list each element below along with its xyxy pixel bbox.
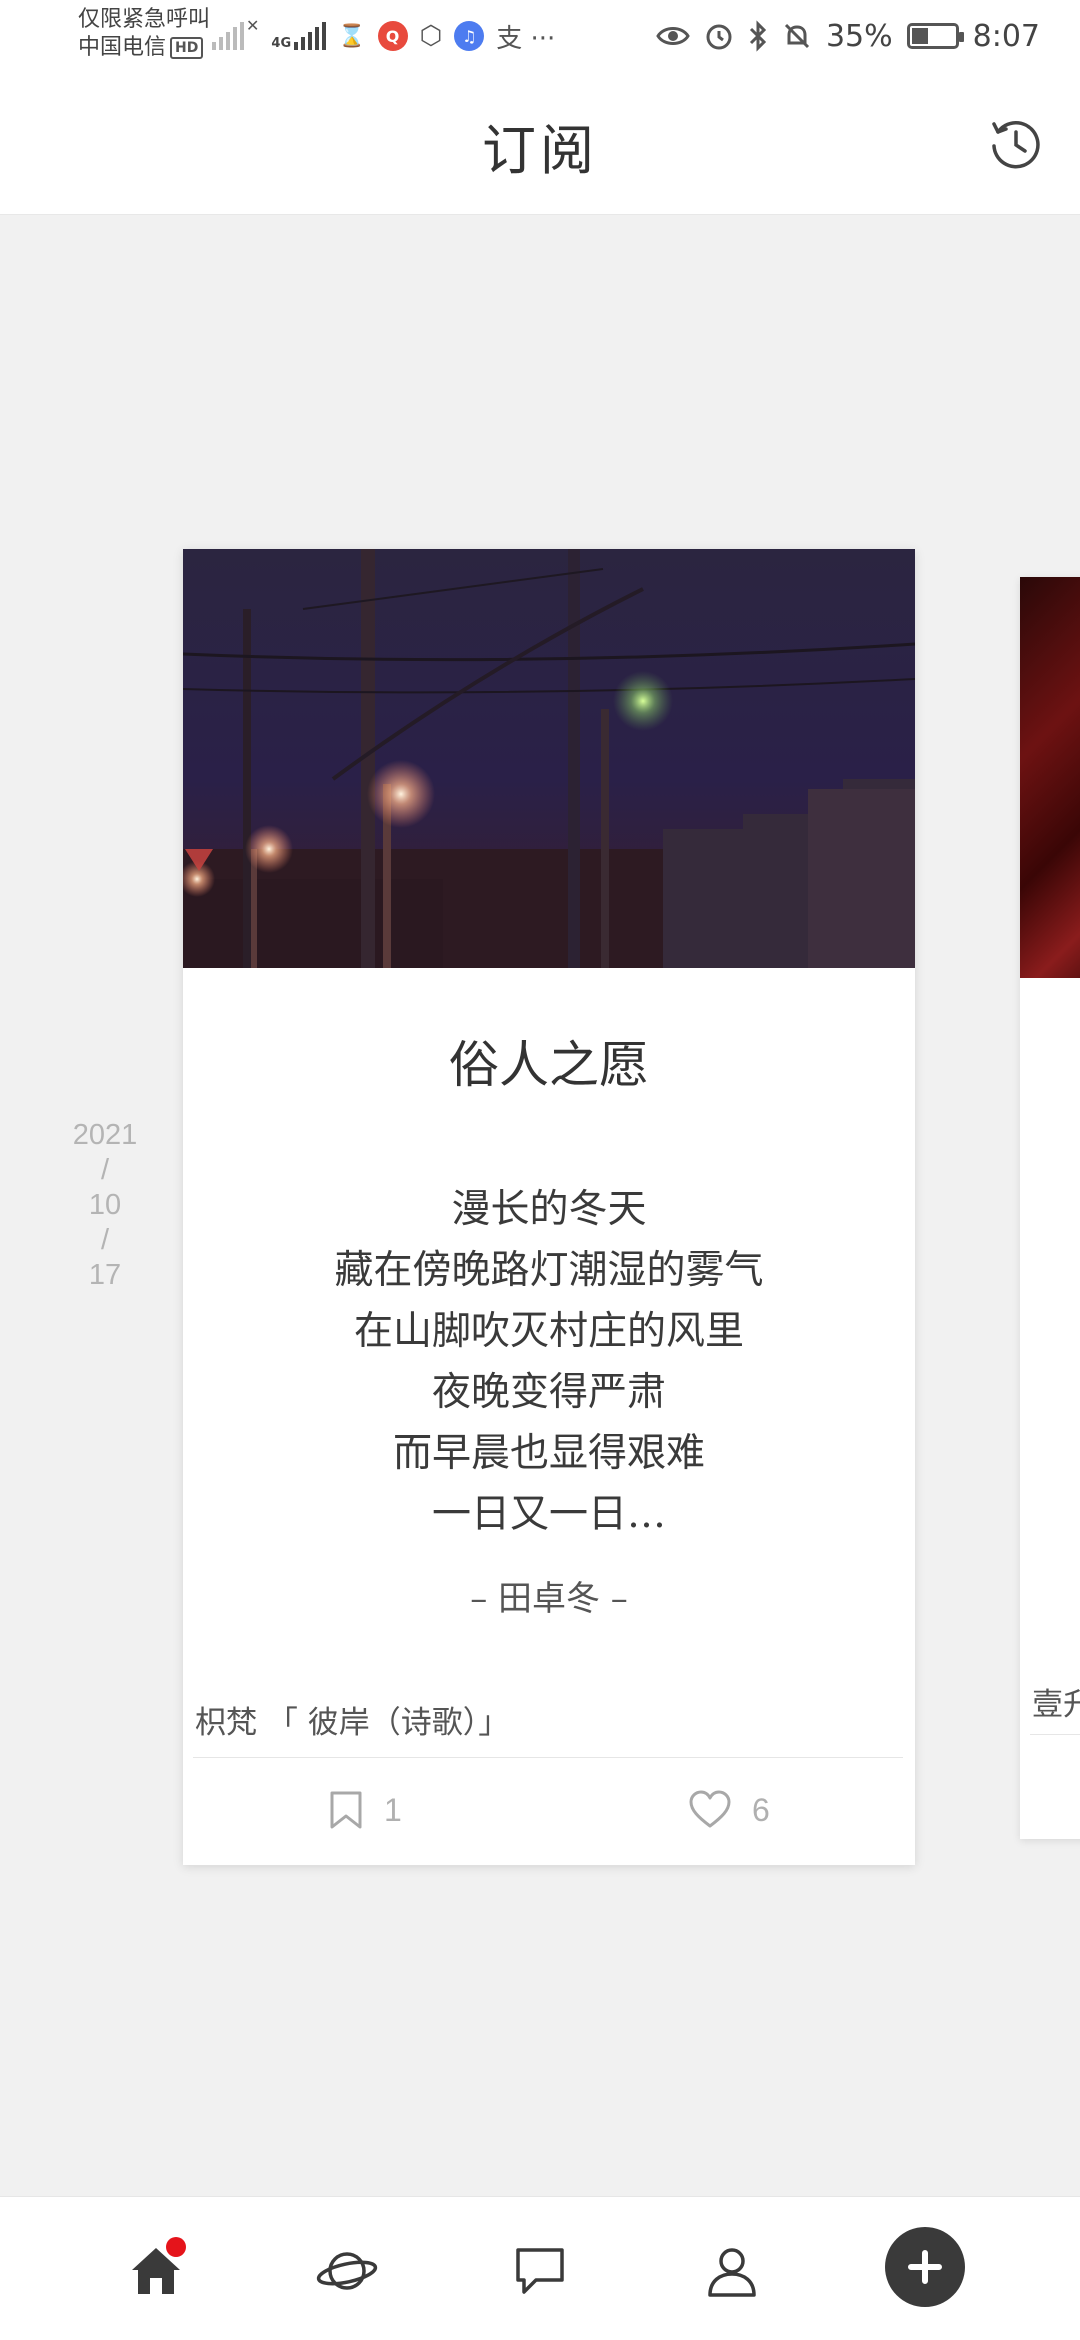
- nav-messages[interactable]: [500, 2231, 580, 2311]
- no-signal-x-icon: ✕: [246, 16, 260, 35]
- carrier-line-1: 仅限紧急呼叫: [78, 7, 211, 32]
- post-title: 俗人之愿: [449, 1036, 649, 1094]
- date-separator: /: [100, 1154, 110, 1186]
- battery-icon: [906, 23, 964, 49]
- messages-icon: [516, 2248, 564, 2294]
- poem-line: 在山脚吹灭村庄的风里: [353, 1309, 744, 1354]
- battery-percent: 35%: [825, 18, 893, 54]
- post-date: 2021 / 10 / 17: [60, 1118, 150, 1293]
- hourglass-icon: ⌛: [338, 23, 366, 49]
- explore-planet-icon: [316, 2252, 378, 2290]
- bluetooth-icon: [749, 20, 767, 52]
- mute-bell-icon: [784, 23, 809, 49]
- network-type-label: 4G: [271, 36, 292, 51]
- clock-time: 8:07: [972, 18, 1040, 54]
- carrier-info: 仅限紧急呼叫 中国电信 HD: [78, 6, 228, 62]
- screen: 仅限紧急呼叫 中国电信 HD ✕ 4G ⌛ Q ⬡ ♫ 支 ··· 35% 8:…: [0, 0, 1080, 2340]
- date-separator: /: [100, 1224, 110, 1256]
- signal-icon-sim2: [294, 22, 327, 50]
- poem-line: 藏在傍晚路灯潮湿的雾气: [334, 1248, 764, 1293]
- poem-line: 漫长的冬天: [451, 1187, 647, 1232]
- nav-home[interactable]: [116, 2231, 196, 2311]
- top-header: 订阅: [0, 72, 1080, 215]
- page-title: 订阅: [482, 119, 598, 182]
- status-icons-right: 35% 8:07: [656, 14, 1040, 58]
- poem-line: 而早晨也显得艰难: [392, 1431, 705, 1476]
- next-post-image: [1020, 577, 1080, 978]
- post-source-link[interactable]: 枳梵 「 彼岸（诗歌）」: [195, 1697, 509, 1742]
- hd-badge: HD: [170, 37, 204, 59]
- profile-icon: [708, 2248, 756, 2297]
- signal-icon-sim1: [212, 22, 244, 50]
- post-image[interactable]: [183, 549, 915, 968]
- carrier-name: 中国电信: [78, 35, 167, 60]
- date-day: 17: [88, 1259, 122, 1291]
- date-year: 2021: [72, 1119, 138, 1151]
- bookmark-icon: [330, 1791, 362, 1829]
- compose-plus-icon: [908, 2250, 942, 2284]
- eye-icon: [656, 27, 690, 45]
- poem-line: 夜晚变得严肃: [431, 1370, 666, 1415]
- card-divider: [1030, 1734, 1080, 1735]
- bookmark-button[interactable]: 1: [328, 1785, 402, 1835]
- status-icons-left: ✕ 4G ⌛ Q ⬡ ♫ 支 ···: [212, 16, 555, 56]
- next-post-card[interactable]: 壹升: [1020, 577, 1080, 1839]
- night-street-photo: [183, 549, 915, 968]
- nav-explore[interactable]: [307, 2231, 387, 2311]
- heart-icon: [689, 1790, 731, 1828]
- next-post-source: 壹升: [1032, 1687, 1080, 1723]
- poem-body: 漫长的冬天 藏在傍晚路灯潮湿的雾气 在山脚吹灭村庄的风里 夜晚变得严肃 而早晨也…: [183, 1179, 915, 1545]
- nav-profile[interactable]: [692, 2231, 772, 2311]
- bottom-navigation: [0, 2196, 1080, 2340]
- hexagon-app-icon: ⬡: [419, 21, 443, 51]
- music-app-icon: ♫: [454, 21, 485, 51]
- history-clock-icon: [992, 121, 1040, 169]
- compose-button[interactable]: [885, 2227, 965, 2307]
- history-button[interactable]: [986, 114, 1046, 174]
- poem-line: 一日又一日…: [431, 1492, 666, 1537]
- alarm-icon: [706, 24, 732, 50]
- date-month: 10: [88, 1189, 122, 1221]
- poem-author: – 田卓冬 –: [470, 1579, 628, 1619]
- carrier-line-2: 中国电信 HD: [78, 34, 228, 62]
- bookmark-count: 1: [384, 1791, 402, 1828]
- status-bar: 仅限紧急呼叫 中国电信 HD ✕ 4G ⌛ Q ⬡ ♫ 支 ··· 35% 8:…: [0, 0, 1080, 72]
- like-button[interactable]: 6: [688, 1785, 770, 1835]
- notification-badge: [166, 2237, 186, 2257]
- like-count: 6: [752, 1791, 770, 1828]
- misc-status-glyphs: 支 ···: [496, 23, 556, 54]
- search-app-icon: Q: [377, 21, 408, 51]
- post-card[interactable]: 俗人之愿 漫长的冬天 藏在傍晚路灯潮湿的雾气 在山脚吹灭村庄的风里 夜晚变得严肃…: [183, 549, 915, 1865]
- card-divider: [193, 1757, 903, 1758]
